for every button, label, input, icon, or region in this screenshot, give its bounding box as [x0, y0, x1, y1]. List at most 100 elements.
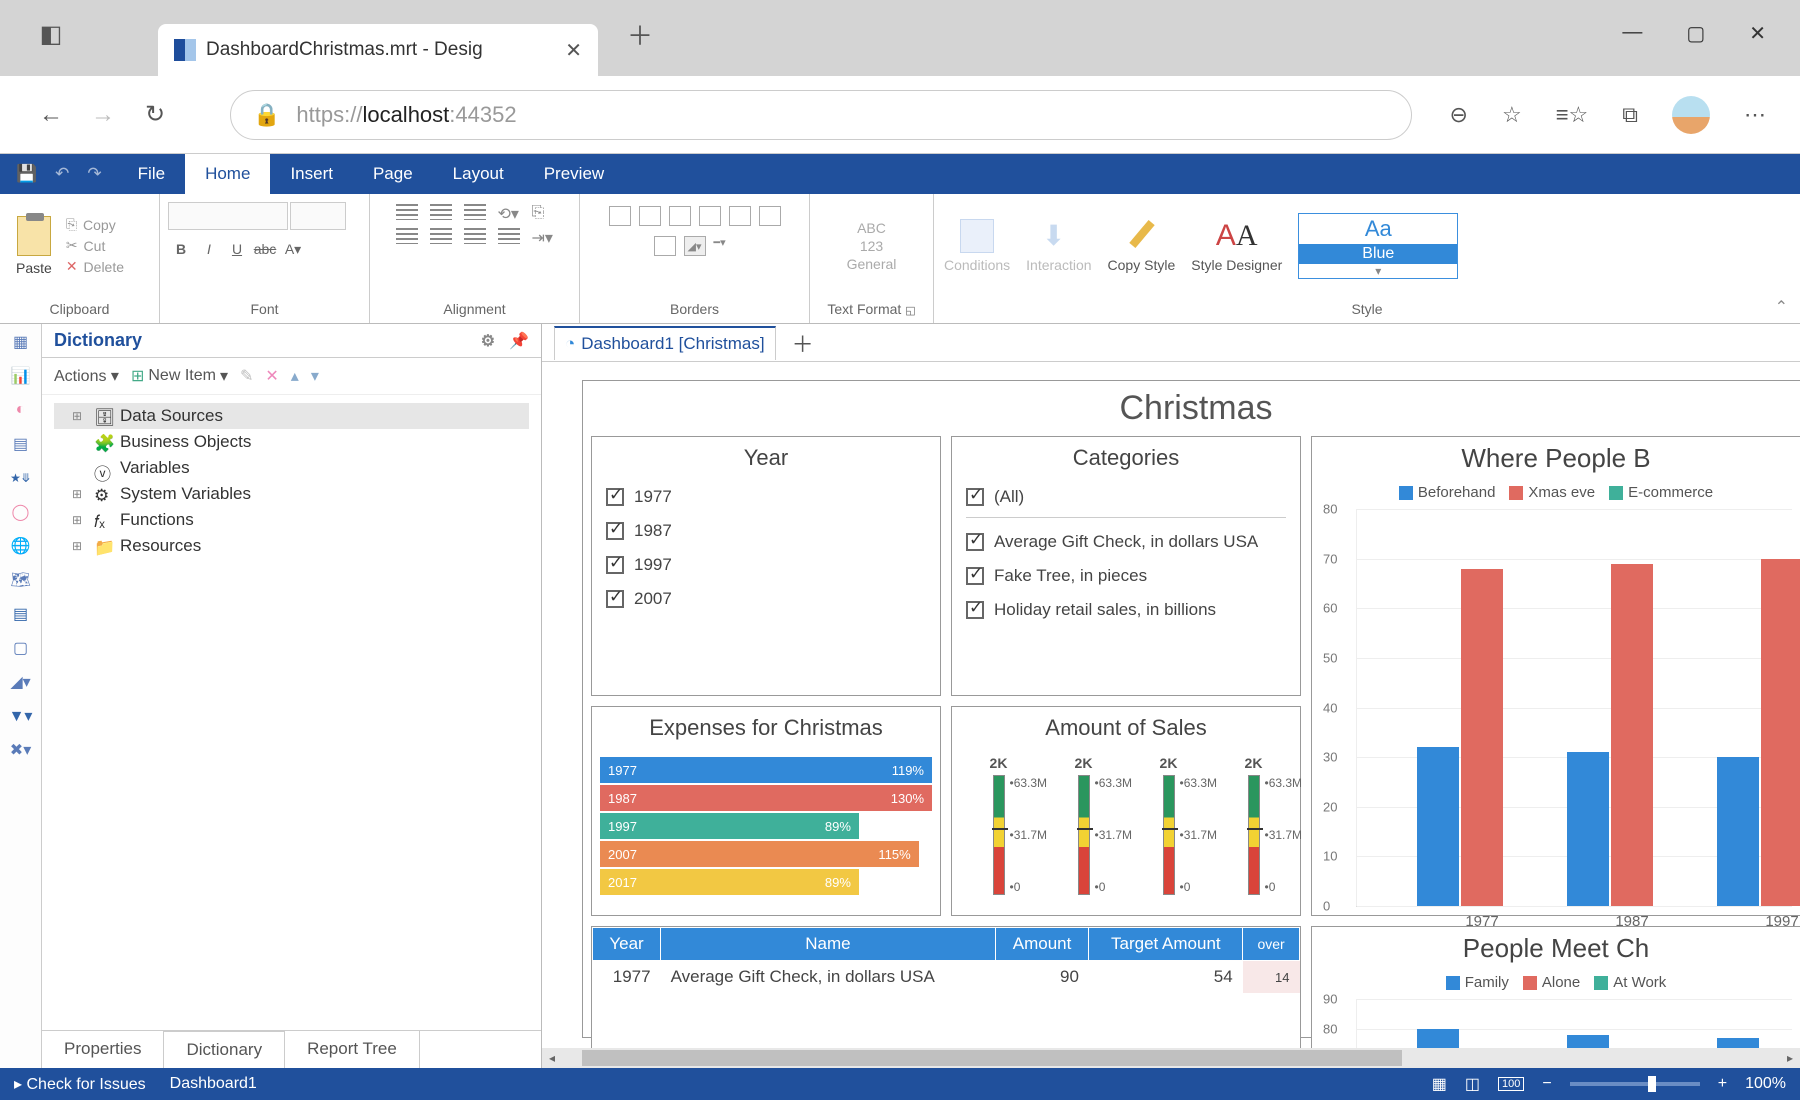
tree-item-business-objects[interactable]: 🧩Business Objects	[54, 429, 529, 455]
border-none-icon[interactable]	[639, 206, 661, 226]
data-table-card[interactable]: Year Name Amount Target Amount over 1977…	[591, 926, 1301, 1048]
zoom-in-button[interactable]: +	[1718, 1075, 1727, 1093]
panel-tab-reporttree[interactable]: Report Tree	[285, 1031, 420, 1068]
tool-text-icon[interactable]: ▤	[7, 602, 35, 626]
border-top-icon[interactable]	[699, 206, 721, 226]
tool-indicator-icon[interactable]: ★⤋	[7, 466, 35, 490]
font-color-button[interactable]: A▾	[280, 236, 306, 262]
align-justify-icon[interactable]	[498, 228, 520, 244]
format-general[interactable]: General	[847, 256, 897, 272]
align-right-icon[interactable]	[464, 228, 486, 244]
collapse-ribbon-icon[interactable]: ⌃	[1775, 297, 1788, 317]
add-page-icon[interactable]: ＋	[792, 327, 814, 359]
ribbon-tab-file[interactable]: File	[118, 154, 185, 194]
align-center-icon[interactable]	[430, 228, 452, 244]
tool-progress-icon[interactable]: ◯	[7, 500, 35, 524]
panel-tab-properties[interactable]: Properties	[42, 1031, 164, 1068]
redo-icon[interactable]: ↷	[87, 164, 101, 184]
zoom-out-icon[interactable]: ⊖	[1450, 102, 1468, 128]
tab-overview-icon[interactable]: ◧	[34, 20, 68, 49]
category-item[interactable]: Average Gift Check, in dollars USA	[966, 532, 1286, 552]
year-item[interactable]: 1987	[606, 521, 926, 541]
back-icon[interactable]: ←	[34, 101, 68, 129]
status-page[interactable]: Dashboard1	[170, 1075, 257, 1093]
year-card[interactable]: Year 1977198719972007	[591, 436, 941, 696]
up-icon[interactable]: ▴	[291, 366, 299, 386]
rotate-icon[interactable]: ⟲▾	[498, 204, 520, 220]
ribbon-tab-insert[interactable]: Insert	[270, 154, 353, 194]
tree-item-variables[interactable]: ⓥVariables	[54, 455, 529, 481]
italic-button[interactable]: I	[196, 236, 222, 262]
tree-item-functions[interactable]: ⊞𝑓ₓFunctions	[54, 507, 529, 533]
expenses-card[interactable]: Expenses for Christmas 1977119%1987130%1…	[591, 706, 941, 916]
tree-item-data-sources[interactable]: ⊞🗄Data Sources	[54, 403, 529, 429]
pin-icon[interactable]: 📌	[509, 331, 529, 351]
ribbon-tab-preview[interactable]: Preview	[524, 154, 624, 194]
wrap-icon[interactable]: ⎘	[532, 204, 554, 220]
font-size-combo[interactable]	[290, 202, 346, 230]
ribbon-tab-page[interactable]: Page	[353, 154, 433, 194]
sales-card[interactable]: Amount of Sales 2K•63.3M•31.7M•02K•63.3M…	[951, 706, 1301, 916]
tool-pivot-icon[interactable]: ▤	[7, 432, 35, 456]
tool-shape-icon[interactable]: ◢▾	[7, 670, 35, 694]
edit-icon[interactable]: ✎	[240, 366, 253, 386]
border-left-icon[interactable]	[669, 206, 691, 226]
category-item[interactable]: Fake Tree, in pieces	[966, 566, 1286, 586]
refresh-icon[interactable]: ↻	[138, 100, 172, 129]
zoom-slider[interactable]	[1570, 1082, 1700, 1086]
horizontal-scrollbar[interactable]: ◂▸	[542, 1048, 1800, 1068]
category-item[interactable]: Holiday retail sales, in billions	[966, 600, 1286, 620]
paste-button[interactable]: Paste	[8, 212, 60, 280]
tool-online-icon[interactable]: 🗺	[7, 568, 35, 592]
close-tab-icon[interactable]: ✕	[565, 38, 582, 63]
indent-icon[interactable]: ⇥▾	[532, 228, 554, 244]
canvas-tab-dashboard[interactable]: ◔ Dashboard1 [Christmas]	[554, 326, 776, 360]
panel-tab-dictionary[interactable]: Dictionary	[164, 1031, 285, 1068]
tool-gauge-icon[interactable]: ◐	[7, 398, 35, 422]
snap-icon[interactable]: ◫	[1465, 1074, 1480, 1094]
save-icon[interactable]: 💾	[16, 164, 37, 184]
buy-chart-card[interactable]: Where People B BeforehandXmas eveE-comme…	[1311, 436, 1800, 916]
url-field[interactable]: 🔒 https://localhost:44352	[230, 90, 1412, 140]
maximize-icon[interactable]: ▢	[1686, 21, 1705, 46]
copy-button[interactable]: ⎘Copy	[66, 216, 124, 233]
tree-item-resources[interactable]: ⊞📁Resources	[54, 533, 529, 559]
ribbon-tab-home[interactable]: Home	[185, 154, 270, 194]
border-bottom-icon[interactable]	[759, 206, 781, 226]
border-style-icon[interactable]: ━▾	[714, 236, 736, 256]
align-left-icon[interactable]	[396, 228, 418, 244]
settings-icon[interactable]: ⚙	[481, 331, 495, 351]
align-top-icon[interactable]	[396, 204, 418, 220]
year-item[interactable]: 1997	[606, 555, 926, 575]
font-family-combo[interactable]	[168, 202, 288, 230]
undo-icon[interactable]: ↶	[55, 164, 69, 184]
close-window-icon[interactable]: ✕	[1749, 21, 1766, 46]
category-item[interactable]: (All)	[966, 487, 1286, 518]
meet-chart-card[interactable]: People Meet Ch FamilyAloneAt Work 607080…	[1311, 926, 1800, 1048]
actions-dropdown[interactable]: Actions ▾	[54, 366, 119, 386]
ribbon-tab-layout[interactable]: Layout	[433, 154, 524, 194]
year-item[interactable]: 1977	[606, 487, 926, 507]
border-all-icon[interactable]	[609, 206, 631, 226]
tool-table-icon[interactable]: ▦	[7, 330, 35, 354]
border-right-icon[interactable]	[729, 206, 751, 226]
style-swatch[interactable]: Aa Blue ▾	[1298, 213, 1458, 279]
bold-button[interactable]: B	[168, 236, 194, 262]
remove-icon[interactable]: ✕	[265, 366, 278, 386]
cut-button[interactable]: ✂Cut	[66, 237, 124, 254]
minimize-icon[interactable]: ―	[1622, 21, 1642, 46]
tool-map-icon[interactable]: 🌐	[7, 534, 35, 558]
tree-item-system-variables[interactable]: ⊞⚙System Variables	[54, 481, 529, 507]
style-designer-button[interactable]: AAStyle Designer	[1191, 219, 1282, 273]
more-icon[interactable]: ⋯	[1744, 102, 1766, 128]
tool-panel-icon[interactable]: ▢	[7, 636, 35, 660]
strike-button[interactable]: abc	[252, 236, 278, 262]
year-item[interactable]: 2007	[606, 589, 926, 609]
new-item-dropdown[interactable]: ⊞ New Item ▾	[131, 366, 228, 386]
delete-button[interactable]: ✕Delete	[66, 258, 124, 275]
design-surface[interactable]: Christmas Year 1977198719972007 Categori…	[542, 362, 1800, 1048]
fill-icon[interactable]: ◢▾	[684, 236, 706, 256]
align-bottom-icon[interactable]	[464, 204, 486, 220]
categories-card[interactable]: Categories (All)Average Gift Check, in d…	[951, 436, 1301, 696]
dictionary-tree[interactable]: ⊞🗄Data Sources🧩Business ObjectsⓥVariable…	[42, 395, 541, 1030]
